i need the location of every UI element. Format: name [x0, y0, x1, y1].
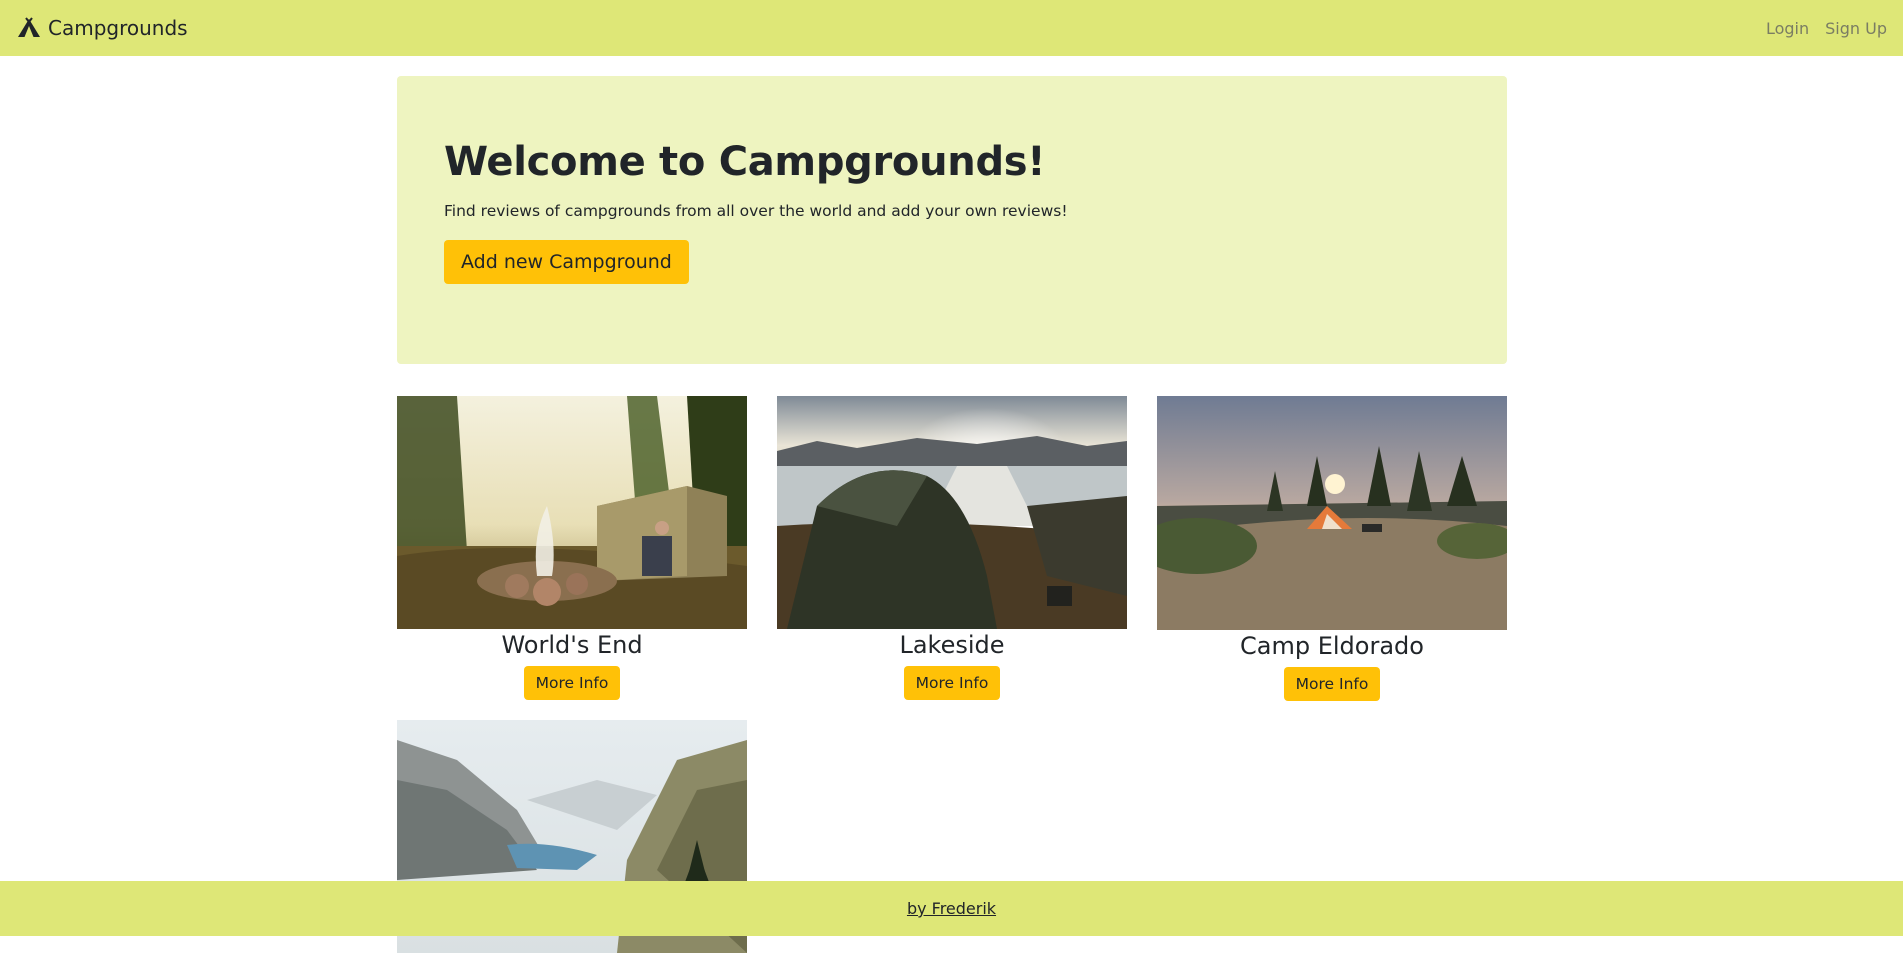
more-info-button[interactable]: More Info — [523, 665, 621, 700]
campground-image — [397, 396, 747, 629]
signup-link[interactable]: Sign Up — [1825, 19, 1887, 38]
campground-card: World's End More Info — [397, 396, 747, 700]
brand-name: Campgrounds — [48, 16, 188, 40]
campground-card: Lakeside More Info — [777, 396, 1127, 700]
tent-icon — [16, 17, 42, 39]
brand-link[interactable]: Campgrounds — [16, 16, 188, 40]
campground-image — [1157, 396, 1507, 630]
author-link[interactable]: by Frederik — [907, 899, 996, 918]
hero-title: Welcome to Campgrounds! — [444, 139, 1046, 185]
campground-card: Camp Eldorado More Info — [1157, 396, 1507, 701]
nav-links: Login Sign Up — [1766, 19, 1887, 38]
campground-image — [777, 396, 1127, 629]
more-info-button[interactable]: More Info — [903, 665, 1001, 700]
footer: by Frederik — [0, 881, 1903, 936]
campground-name: World's End — [501, 631, 643, 659]
hero-lead: Find reviews of campgrounds from all ove… — [444, 202, 1068, 220]
campground-name: Camp Eldorado — [1240, 632, 1424, 660]
navbar: Campgrounds Login Sign Up — [0, 0, 1903, 56]
login-link[interactable]: Login — [1766, 19, 1809, 38]
add-campground-button[interactable]: Add new Campground — [444, 240, 689, 284]
hero-banner: Welcome to Campgrounds! Find reviews of … — [397, 76, 1507, 364]
more-info-button[interactable]: More Info — [1283, 666, 1381, 701]
campground-name: Lakeside — [899, 631, 1005, 659]
